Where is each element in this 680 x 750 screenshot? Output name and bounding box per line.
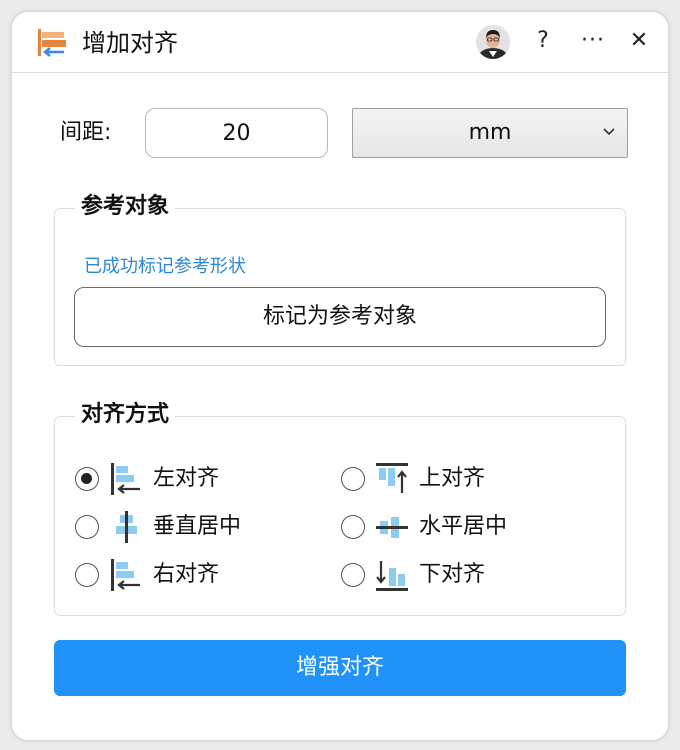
user-avatar[interactable] (476, 25, 510, 59)
spacing-label: 间距: (60, 120, 112, 145)
app-align-icon (38, 29, 66, 57)
chevron-down-icon (603, 109, 615, 156)
close-button[interactable]: ✕ (624, 26, 654, 56)
spacing-input[interactable] (145, 108, 328, 158)
radio-align-top[interactable] (341, 467, 365, 491)
radio-align-bottom[interactable] (341, 563, 365, 587)
radio-align-right[interactable] (75, 563, 99, 587)
align-vertical-center-icon (116, 511, 137, 543)
title-bar: 增加对齐 ? ··· ✕ (12, 12, 668, 73)
option-label: 左对齐 (153, 466, 220, 491)
help-button[interactable]: ? (528, 26, 558, 56)
reference-group: 参考对象 已成功标记参考形状 标记为参考对象 (54, 191, 626, 366)
option-align-left[interactable]: 左对齐 (75, 461, 305, 497)
unit-select-value: mm (468, 120, 512, 145)
radio-align-left[interactable] (75, 467, 99, 491)
option-align-horizontal-center[interactable]: 水平居中 (341, 509, 571, 545)
reference-group-title: 参考对象 (75, 191, 176, 223)
option-align-top[interactable]: 上对齐 (341, 461, 571, 497)
alignment-group: 对齐方式 左对齐 上对齐 垂直居中 水平居中 右对齐 下对齐 (54, 399, 626, 616)
option-label: 右对齐 (153, 562, 220, 587)
status-text: 已成功标记参考形状 (84, 256, 246, 277)
option-align-right[interactable]: 右对齐 (75, 557, 305, 593)
align-top-icon (376, 463, 408, 493)
align-horizontal-center-icon (376, 517, 408, 538)
option-align-vertical-center[interactable]: 垂直居中 (75, 509, 305, 545)
option-label: 下对齐 (419, 562, 486, 587)
window-title: 增加对齐 (82, 29, 178, 57)
avatar-icon (476, 25, 510, 59)
dialog-window: 增加对齐 ? ··· ✕ 间距: mm 参考对象 已成功标记参考形状 标记为参考… (12, 12, 668, 740)
option-align-bottom[interactable]: 下对齐 (341, 557, 571, 593)
align-right-icon (111, 559, 140, 591)
unit-select[interactable]: mm (352, 108, 628, 158)
option-label: 上对齐 (419, 466, 486, 491)
align-bottom-icon (376, 561, 408, 591)
align-left-icon (111, 463, 140, 495)
option-label: 垂直居中 (153, 514, 242, 539)
radio-align-vertical-center[interactable] (75, 515, 99, 539)
mark-reference-button[interactable]: 标记为参考对象 (74, 287, 606, 347)
more-options-button[interactable]: ··· (578, 26, 608, 56)
radio-align-horizontal-center[interactable] (341, 515, 365, 539)
alignment-group-title: 对齐方式 (75, 399, 176, 431)
enhance-align-button[interactable]: 增强对齐 (54, 640, 626, 696)
option-label: 水平居中 (419, 514, 508, 539)
